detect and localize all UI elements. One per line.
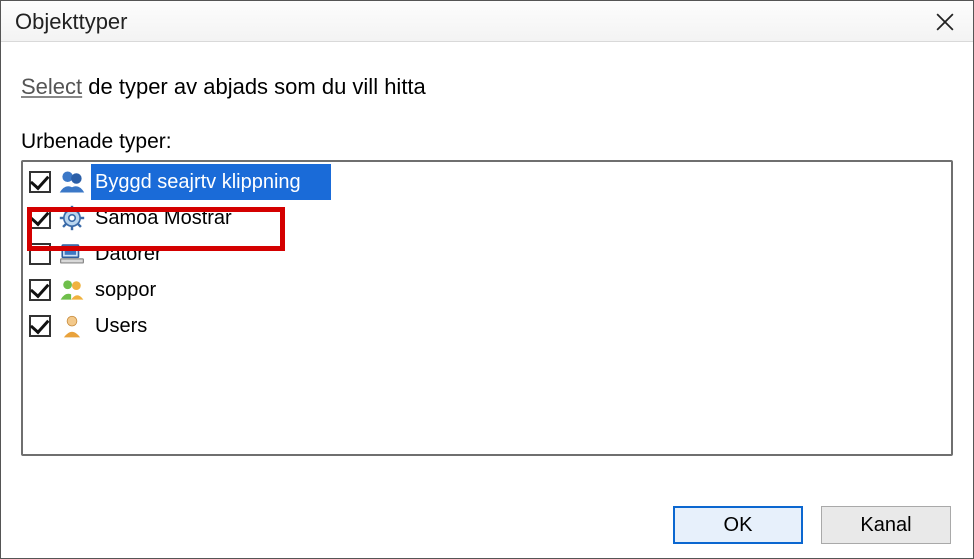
checkbox[interactable] [29,207,51,229]
list-item-label: soppor [91,272,164,308]
list-item-label: Datorer [91,236,170,272]
user-icon [57,311,87,341]
dialog-footer: OK Kanal [1,492,973,558]
checkbox[interactable] [29,171,51,193]
instruction-rest: de typer av abjads som du vill hitta [82,74,426,99]
list-item[interactable]: Samoa Mostrar [23,200,951,236]
checkbox[interactable] [29,315,51,337]
groups-icon [57,275,87,305]
dialog-body: Select de typer av abjads som du vill hi… [1,42,973,492]
list-item[interactable]: Datorer [23,236,951,272]
instruction-text: Select de typer av abjads som du vill hi… [21,74,953,100]
list-item[interactable]: Byggd seajrtv klippning [23,164,951,200]
list-label: Urbenade typer: [21,130,953,154]
gear-icon [57,203,87,233]
titlebar: Objekttyper [1,1,973,42]
close-icon [936,13,954,31]
close-button[interactable] [927,7,963,37]
instruction-select-word: Select [21,74,82,99]
object-types-dialog: Objekttyper Select de typer av abjads so… [0,0,974,559]
security-principals-icon [57,167,87,197]
computer-icon [57,239,87,269]
object-types-list[interactable]: Byggd seajrtv klippning [21,160,953,456]
list-item[interactable]: soppor [23,272,951,308]
list-item-label: Byggd seajrtv klippning [91,164,331,200]
checkbox[interactable] [29,243,51,265]
list-item[interactable]: Users [23,308,951,344]
dialog-title: Objekttyper [15,9,128,35]
list-item-label: Samoa Mostrar [91,200,240,236]
list-item-label: Users [91,308,155,344]
cancel-button[interactable]: Kanal [821,506,951,544]
ok-button[interactable]: OK [673,506,803,544]
checkbox[interactable] [29,279,51,301]
